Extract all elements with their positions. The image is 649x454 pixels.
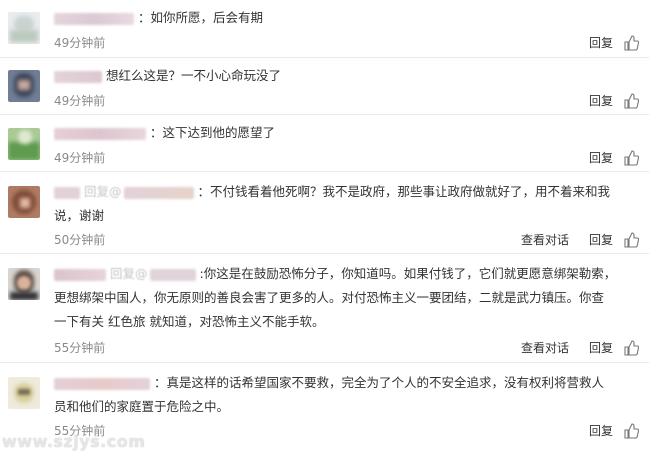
reply-button[interactable]: 回复 <box>589 91 613 111</box>
mentioned-user[interactable] <box>123 186 194 199</box>
comment-text: ：如你所愿，后会有期 <box>138 10 264 25</box>
comment-body: ：如你所愿，后会有期 <box>54 6 639 30</box>
comment-actions: 回复 <box>569 33 639 53</box>
username[interactable] <box>54 12 134 25</box>
mentioned-user[interactable] <box>149 268 196 281</box>
avatar[interactable] <box>8 377 40 409</box>
reply-prefix: 回复@ <box>84 184 122 199</box>
timestamp: 49分钟前 <box>54 36 106 50</box>
comment-meta: 49分钟前 回复 <box>54 33 639 53</box>
see-thread-link[interactable]: 查看对话 <box>521 338 569 358</box>
reply-button[interactable]: 回复 <box>589 421 613 441</box>
reply-button[interactable]: 回复 <box>589 148 613 168</box>
username[interactable] <box>54 127 146 140</box>
comment-actions: 查看对话 回复 <box>501 338 639 358</box>
comment-actions: 回复 <box>569 421 639 441</box>
see-thread-link[interactable]: 查看对话 <box>521 230 569 250</box>
comment-meta: 49分钟前 回复 <box>54 148 639 168</box>
comment-text: ：这下达到他的愿望了 <box>150 125 276 140</box>
comment-list: ：如你所愿，后会有期 49分钟前 回复 想红么这是？一不小心命玩没了 49分钟前… <box>0 0 649 454</box>
reply-button[interactable]: 回复 <box>589 338 613 358</box>
thumbs-up-icon[interactable] <box>623 340 639 356</box>
comment-body: ：这下达到他的愿望了 <box>54 121 639 145</box>
reply-prefix: 回复@ <box>110 266 148 281</box>
comment-text-line: 更想绑架中国人，你无原则的善良会害了更多的人。对付恐怖主义一要团结，二就是武力镇… <box>54 290 605 305</box>
comment-body: 回复@ :你这是在鼓励恐怖分子，你知道吗。如果付钱了，它们就更愿意绑架勒索， 更想… <box>54 262 639 334</box>
username[interactable] <box>54 268 106 281</box>
thumbs-up-icon[interactable] <box>623 232 639 248</box>
comment-body: ：真是这样的话希望国家不要救，完全为了个人的不安全追求，没有权利将营救人 员和他… <box>54 371 639 419</box>
timestamp: 49分钟前 <box>54 94 106 108</box>
comment-text-line: 员和他们的家庭置于危险之中。 <box>54 399 230 414</box>
comment-text-line: ：不付钱看着他死啊？我不是政府，那些事让政府做就好了，用不着来和我 <box>197 184 611 199</box>
comment-body: 回复@ ：不付钱看着他死啊？我不是政府，那些事让政府做就好了，用不着来和我 说，谢… <box>54 180 639 228</box>
avatar[interactable] <box>8 128 40 160</box>
comment-body: 想红么这是？一不小心命玩没了 <box>54 64 639 88</box>
comment-actions: 查看对话 回复 <box>501 230 639 250</box>
comment-text-line: 一下有关 红色旅 就知道，对恐怖主义不能手软。 <box>54 314 325 329</box>
comment-item: ：如你所愿，后会有期 49分钟前 回复 <box>0 0 649 58</box>
comment-item: 回复@ :你这是在鼓励恐怖分子，你知道吗。如果付钱了，它们就更愿意绑架勒索， 更想… <box>0 254 649 363</box>
avatar[interactable] <box>8 268 40 300</box>
comment-text-line: :你这是在鼓励恐怖分子，你知道吗。如果付钱了，它们就更愿意绑架勒索， <box>199 266 617 281</box>
timestamp: 50分钟前 <box>54 233 106 247</box>
timestamp: 55分钟前 <box>54 341 106 355</box>
avatar[interactable] <box>8 12 40 44</box>
avatar[interactable] <box>8 186 40 218</box>
comment-item: 想红么这是？一不小心命玩没了 49分钟前 回复 <box>0 58 649 115</box>
comment-item: 回复@ ：不付钱看着他死啊？我不是政府，那些事让政府做就好了，用不着来和我 说，谢… <box>0 172 649 254</box>
comment-meta: 50分钟前 查看对话 回复 <box>54 230 639 250</box>
comment-text-line: 说，谢谢 <box>54 208 105 223</box>
comment-meta: 55分钟前 查看对话 回复 <box>54 338 639 358</box>
username[interactable] <box>54 70 102 83</box>
thumbs-up-icon[interactable] <box>623 150 639 166</box>
comment-actions: 回复 <box>569 148 639 168</box>
thumbs-up-icon[interactable] <box>623 93 639 109</box>
comment-meta: 49分钟前 回复 <box>54 91 639 111</box>
timestamp: 49分钟前 <box>54 151 106 165</box>
avatar[interactable] <box>8 70 40 102</box>
comment-text: 想红么这是？一不小心命玩没了 <box>106 68 282 83</box>
reply-button[interactable]: 回复 <box>589 33 613 53</box>
comment-actions: 回复 <box>569 91 639 111</box>
reply-button[interactable]: 回复 <box>589 230 613 250</box>
username[interactable] <box>54 186 80 199</box>
comment-item: ：这下达到他的愿望了 49分钟前 回复 <box>0 115 649 172</box>
thumbs-up-icon[interactable] <box>623 35 639 51</box>
username[interactable] <box>54 377 150 390</box>
thumbs-up-icon[interactable] <box>623 423 639 439</box>
watermark: www.szjys.com <box>2 432 146 451</box>
comment-text-line: ：真是这样的话希望国家不要救，完全为了个人的不安全追求，没有权利将营救人 <box>154 375 605 390</box>
